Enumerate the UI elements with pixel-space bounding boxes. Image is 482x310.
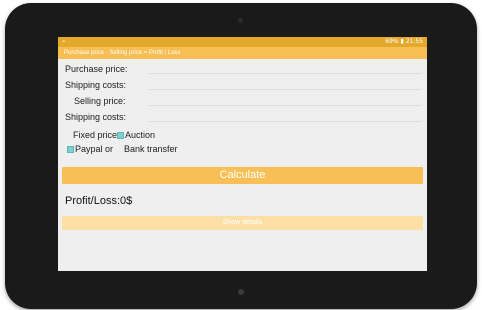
paypal-checkbox[interactable] — [67, 146, 74, 153]
tablet-device: ⌁ 69% ▮ 21:55 Purchase price - Selling p… — [5, 3, 477, 309]
shipping-costs-input-1[interactable] — [149, 89, 421, 90]
home-sensor-icon — [238, 289, 244, 295]
bottom-bezel — [5, 275, 477, 309]
app-title-bar: Purchase price - Selling price = Profit … — [58, 47, 427, 59]
camera-icon — [238, 18, 243, 23]
purchase-price-row: Purchase price: — [58, 61, 427, 77]
selling-price-input[interactable] — [149, 105, 421, 106]
shipping-costs-label-2: Shipping costs: — [65, 112, 127, 122]
app-title: Purchase price - Selling price = Profit … — [64, 50, 181, 56]
shipping-costs-label-1: Shipping costs: — [65, 80, 127, 90]
show-details-button[interactable]: Show details — [62, 216, 423, 230]
shipping-costs-input-2[interactable] — [149, 121, 421, 122]
auction-checkbox[interactable] — [117, 132, 124, 139]
shipping-costs-row-1: Shipping costs: — [58, 77, 427, 93]
purchase-price-label: Purchase price: — [65, 64, 128, 74]
purchase-price-input[interactable] — [149, 73, 421, 74]
paypal-option[interactable]: Paypal or — [75, 143, 113, 155]
bank-transfer-option[interactable]: Bank transfer — [124, 143, 178, 155]
notification-icon: ⌁ — [62, 38, 66, 45]
fixed-price-option[interactable]: Fixed price — [73, 129, 117, 141]
options-group: Fixed price Auction Paypal or Bank trans… — [58, 125, 427, 155]
selling-price-label: Selling price: — [74, 96, 126, 106]
status-bar: ⌁ 69% ▮ 21:55 — [58, 37, 427, 47]
calculate-button[interactable]: Calculate — [62, 167, 423, 184]
profit-loss-result: Profit/Loss:0$ — [65, 195, 133, 207]
shipping-costs-row-2: Shipping costs: — [58, 109, 427, 125]
selling-price-row: Selling price: — [58, 93, 427, 109]
top-bezel — [5, 3, 477, 37]
status-right-text: 69% ▮ 21:55 — [385, 38, 423, 45]
auction-option[interactable]: Auction — [125, 129, 155, 141]
app-screen: ⌁ 69% ▮ 21:55 Purchase price - Selling p… — [58, 37, 427, 271]
